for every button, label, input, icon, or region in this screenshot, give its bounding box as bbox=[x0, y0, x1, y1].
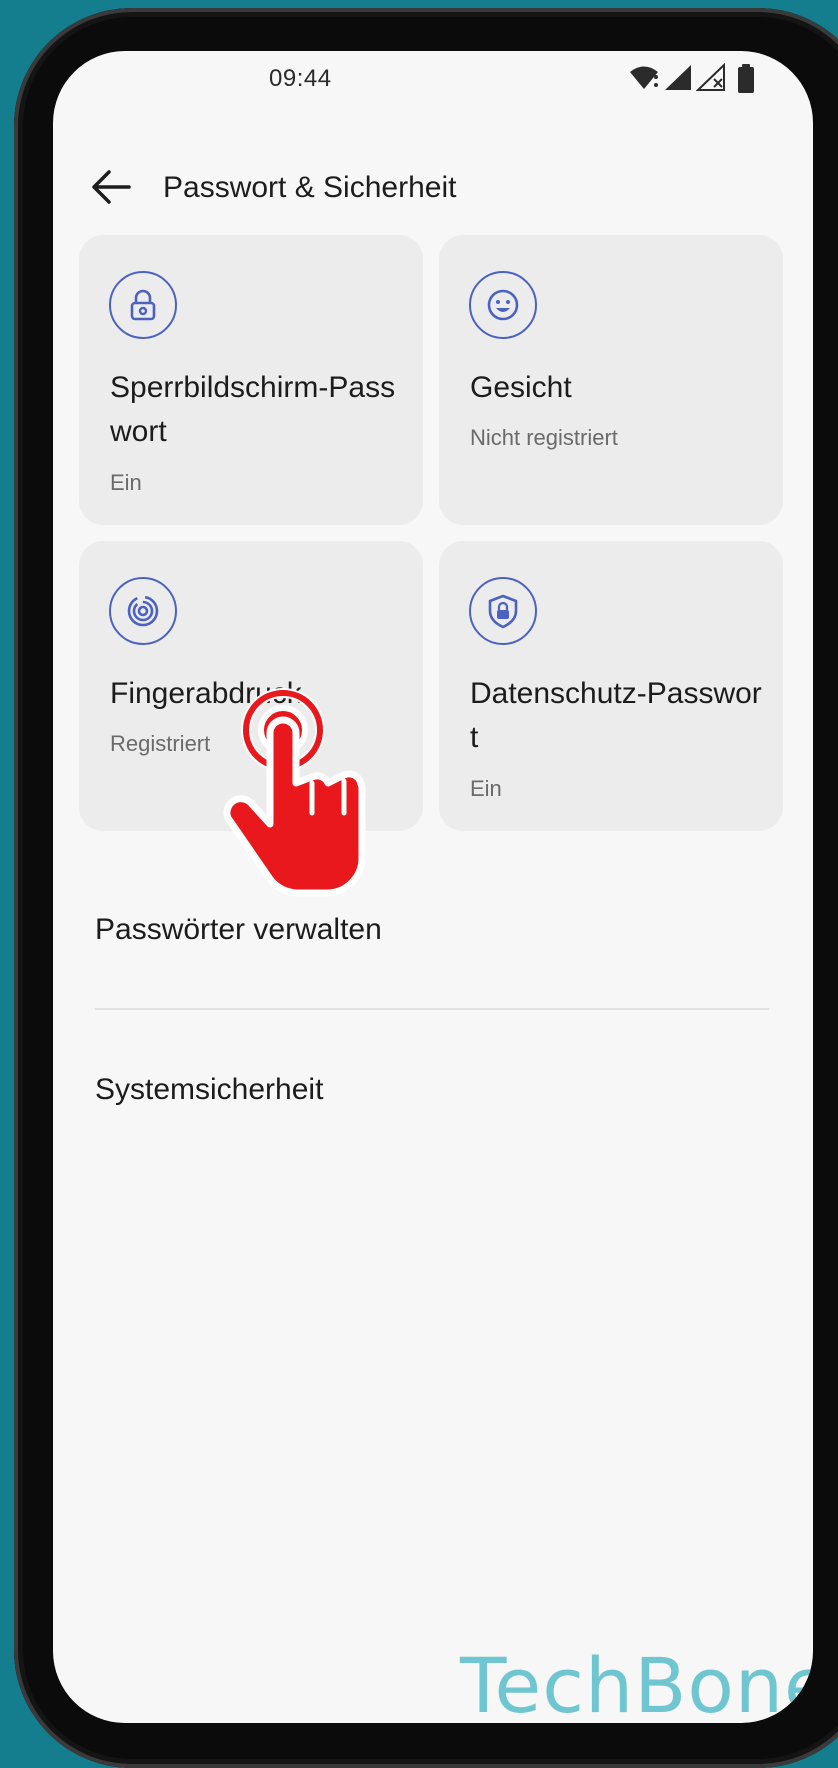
tile-status: Ein bbox=[110, 470, 142, 495]
tile-title: Sperrbildschirm-Passwort bbox=[110, 371, 396, 448]
app-header: Passwort & Sicherheit bbox=[53, 151, 813, 225]
watermark-logo: TechBone bbox=[460, 1641, 813, 1723]
page-title: Passwort & Sicherheit bbox=[163, 171, 457, 204]
tile-status: Registriert bbox=[110, 731, 211, 756]
arrow-left-icon bbox=[92, 170, 131, 204]
tile-privacy-password[interactable]: Datenschutz-Passwort Ein bbox=[439, 541, 783, 831]
status-time: 09:44 bbox=[269, 65, 332, 92]
back-button[interactable] bbox=[89, 167, 133, 207]
fingerprint-icon bbox=[109, 577, 177, 645]
status-bar: 09:44 bbox=[53, 51, 813, 111]
tile-title: Datenschutz-Passwort bbox=[470, 677, 762, 754]
wifi-icon bbox=[630, 66, 658, 89]
status-icons bbox=[628, 63, 778, 97]
lock-icon bbox=[109, 271, 177, 339]
phone-screen: 09:44 Passwort & Sicherheit Sperrbildsch… bbox=[53, 51, 813, 1723]
battery-icon bbox=[738, 64, 754, 93]
signal-icon bbox=[665, 65, 691, 90]
tile-title: Gesicht bbox=[470, 371, 572, 404]
tile-status: Nicht registriert bbox=[470, 425, 618, 450]
shield-lock-icon bbox=[469, 577, 537, 645]
tile-lock-screen-password[interactable]: Sperrbildschirm-Passwort Ein bbox=[79, 235, 423, 525]
list-item-manage-passwords[interactable]: Passwörter verwalten bbox=[95, 913, 771, 947]
list-item-system-security[interactable]: Systemsicherheit bbox=[95, 1073, 771, 1107]
tap-hand-icon bbox=[223, 688, 366, 897]
divider bbox=[95, 1008, 769, 1010]
face-icon bbox=[469, 271, 537, 339]
tile-status: Ein bbox=[470, 776, 502, 801]
signal-no-sim-icon bbox=[696, 63, 725, 91]
tile-face[interactable]: Gesicht Nicht registriert bbox=[439, 235, 783, 525]
